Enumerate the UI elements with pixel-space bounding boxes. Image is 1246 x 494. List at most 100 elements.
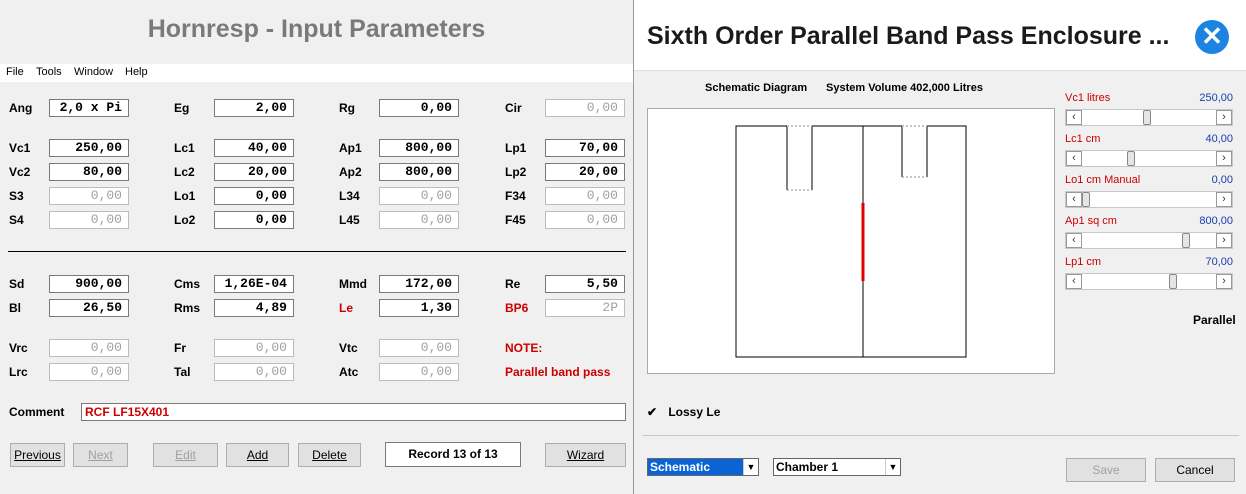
- field-cms[interactable]: 1,26E-04: [214, 275, 294, 293]
- field-vtc[interactable]: 0,00: [379, 339, 459, 357]
- slider-value: 800,00: [1199, 215, 1233, 227]
- chevron-left-icon[interactable]: ‹: [1066, 233, 1082, 248]
- mode-label: Parallel: [1193, 313, 1236, 327]
- field-mmd[interactable]: 172,00: [379, 275, 459, 293]
- label-ang: Ang: [9, 101, 33, 115]
- label-rg: Rg: [339, 101, 355, 115]
- slider-thumb[interactable]: [1169, 274, 1177, 289]
- field-vrc[interactable]: 0,00: [49, 339, 129, 357]
- field-eg[interactable]: 2,00: [214, 99, 294, 117]
- chevron-right-icon[interactable]: ›: [1216, 192, 1232, 207]
- chevron-left-icon[interactable]: ‹: [1066, 110, 1082, 125]
- field-lp2[interactable]: 20,00: [545, 163, 625, 181]
- note-text: Parallel band pass: [505, 365, 611, 379]
- previous-button[interactable]: Previous: [10, 443, 65, 467]
- chevron-right-icon[interactable]: ›: [1216, 110, 1232, 125]
- chevron-down-icon: ▼: [885, 459, 900, 475]
- cancel-button[interactable]: Cancel: [1155, 458, 1235, 482]
- field-ap1[interactable]: 800,00: [379, 139, 459, 157]
- slider-thumb[interactable]: [1127, 151, 1135, 166]
- menu-bar: File Tools Window Help: [0, 64, 633, 82]
- dialog-title: Sixth Order Parallel Band Pass Enclosure…: [647, 22, 1170, 50]
- field-lrc[interactable]: 0,00: [49, 363, 129, 381]
- field-bl[interactable]: 26,50: [49, 299, 129, 317]
- chevron-right-icon[interactable]: ›: [1216, 151, 1232, 166]
- label-f45: F45: [505, 213, 526, 227]
- label-ap1: Ap1: [339, 141, 362, 155]
- field-f34[interactable]: 0,00: [545, 187, 625, 205]
- slider-track[interactable]: ‹ ›: [1065, 232, 1233, 249]
- field-atc[interactable]: 0,00: [379, 363, 459, 381]
- field-vc2[interactable]: 80,00: [49, 163, 129, 181]
- field-rg[interactable]: 0,00: [379, 99, 459, 117]
- chamber-select[interactable]: Chamber 1 ▼: [773, 458, 901, 476]
- field-s3[interactable]: 0,00: [49, 187, 129, 205]
- menu-file[interactable]: File: [6, 66, 24, 78]
- slider-track[interactable]: ‹ ›: [1065, 150, 1233, 167]
- field-tal[interactable]: 0,00: [214, 363, 294, 381]
- chevron-left-icon[interactable]: ‹: [1066, 151, 1082, 166]
- chamber-select-value: Chamber 1: [776, 460, 839, 474]
- lossy-checkbox[interactable]: ✔ Lossy Le: [647, 405, 720, 419]
- edit-button[interactable]: Edit: [153, 443, 218, 467]
- field-cir[interactable]: 0,00: [545, 99, 625, 117]
- chevron-right-icon[interactable]: ›: [1216, 274, 1232, 289]
- view-select[interactable]: Schematic ▼: [647, 458, 759, 476]
- record-indicator: Record 13 of 13: [385, 442, 521, 467]
- field-l34[interactable]: 0,00: [379, 187, 459, 205]
- field-ang[interactable]: 2,0 x Pi: [49, 99, 129, 117]
- field-sd[interactable]: 900,00: [49, 275, 129, 293]
- slider-value: 40,00: [1205, 133, 1233, 145]
- comment-input[interactable]: RCF LF15X401: [81, 403, 626, 421]
- menu-tools[interactable]: Tools: [36, 66, 62, 78]
- title-bar: Hornresp - Input Parameters: [0, 0, 633, 64]
- slider-track[interactable]: ‹ ›: [1065, 191, 1233, 208]
- chevron-left-icon[interactable]: ‹: [1066, 192, 1082, 207]
- label-bl: Bl: [9, 301, 21, 315]
- slider-thumb[interactable]: [1182, 233, 1190, 248]
- field-re[interactable]: 5,50: [545, 275, 625, 293]
- field-f45[interactable]: 0,00: [545, 211, 625, 229]
- save-button[interactable]: Save: [1066, 458, 1146, 482]
- field-l45[interactable]: 0,00: [379, 211, 459, 229]
- delete-button[interactable]: Delete: [298, 443, 361, 467]
- close-icon[interactable]: ✕: [1195, 20, 1229, 54]
- slider-thumb[interactable]: [1143, 110, 1151, 125]
- menu-help[interactable]: Help: [125, 66, 148, 78]
- slider-track[interactable]: ‹ ›: [1065, 273, 1233, 290]
- system-volume: System Volume 402,000 Litres: [826, 82, 983, 94]
- slider-thumb[interactable]: [1082, 192, 1090, 207]
- label-lo2: Lo2: [174, 213, 196, 227]
- chevron-left-icon[interactable]: ‹: [1066, 274, 1082, 289]
- label-cms: Cms: [174, 277, 201, 291]
- field-rms[interactable]: 4,89: [214, 299, 294, 317]
- menu-window[interactable]: Window: [74, 66, 113, 78]
- field-lo1[interactable]: 0,00: [214, 187, 294, 205]
- wizard-button[interactable]: Wizard: [545, 443, 626, 467]
- label-s3: S3: [9, 189, 24, 203]
- label-lo1: Lo1: [174, 189, 196, 203]
- field-vc1[interactable]: 250,00: [49, 139, 129, 157]
- slider-track[interactable]: ‹ ›: [1065, 109, 1233, 126]
- dialog-title-bar: Sixth Order Parallel Band Pass Enclosure…: [634, 0, 1246, 70]
- field-bp6[interactable]: 2P: [545, 299, 625, 317]
- field-lc2[interactable]: 20,00: [214, 163, 294, 181]
- slider-label: Lp1 cm: [1065, 256, 1102, 268]
- label-eg: Eg: [174, 101, 190, 115]
- field-lo2[interactable]: 0,00: [214, 211, 294, 229]
- next-button[interactable]: Next: [73, 443, 128, 467]
- label-bp6: BP6: [505, 301, 529, 315]
- chevron-right-icon[interactable]: ›: [1216, 233, 1232, 248]
- label-cir: Cir: [505, 101, 522, 115]
- add-button[interactable]: Add: [226, 443, 289, 467]
- slider-value: 250,00: [1199, 92, 1233, 104]
- field-fr[interactable]: 0,00: [214, 339, 294, 357]
- label-vrc: Vrc: [9, 341, 28, 355]
- field-lp1[interactable]: 70,00: [545, 139, 625, 157]
- label-ap2: Ap2: [339, 165, 362, 179]
- field-lc1[interactable]: 40,00: [214, 139, 294, 157]
- field-ap2[interactable]: 800,00: [379, 163, 459, 181]
- field-s4[interactable]: 0,00: [49, 211, 129, 229]
- field-le[interactable]: 1,30: [379, 299, 459, 317]
- window-title: Hornresp - Input Parameters: [147, 15, 486, 43]
